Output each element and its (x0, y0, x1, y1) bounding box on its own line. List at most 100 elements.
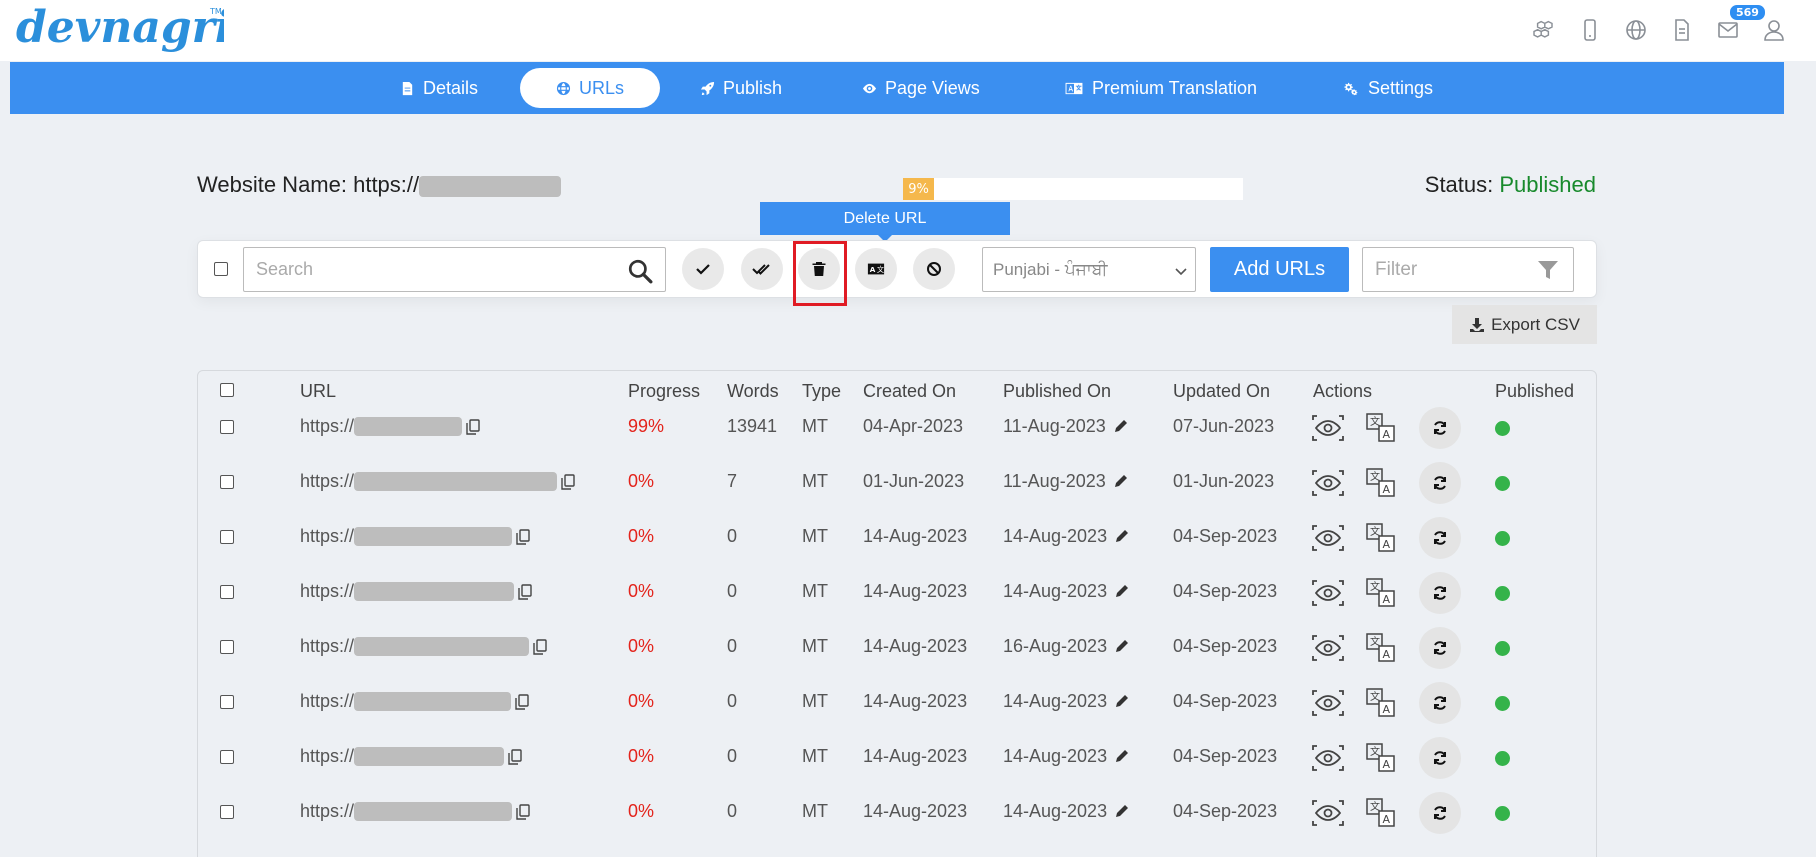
row-checkbox[interactable] (220, 750, 234, 764)
tab-premium-translation[interactable]: Premium Translation (1064, 68, 1257, 108)
header-words[interactable]: Words (727, 381, 779, 402)
document-icon[interactable] (1670, 17, 1694, 43)
user-icon[interactable] (1762, 17, 1786, 43)
row-checkbox[interactable] (220, 530, 234, 544)
sync-button[interactable] (1419, 572, 1461, 614)
copy-icon[interactable] (516, 803, 530, 820)
row-checkbox[interactable] (220, 420, 234, 434)
header-updated-on[interactable]: Updated On (1173, 381, 1270, 402)
sync-button[interactable] (1419, 407, 1461, 449)
edit-icon[interactable] (1114, 419, 1128, 433)
copy-icon[interactable] (518, 583, 532, 600)
row-checkbox[interactable] (220, 695, 234, 709)
url-cell[interactable]: https:// (300, 471, 575, 492)
svg-text:A: A (1383, 428, 1391, 441)
search-icon[interactable] (627, 258, 653, 284)
add-urls-button[interactable]: Add URLs (1210, 247, 1349, 292)
tab-details[interactable]: Details (400, 68, 478, 108)
cubes-icon[interactable] (1532, 17, 1556, 43)
translate-button[interactable]: 文A (1363, 575, 1399, 611)
copy-icon[interactable] (508, 748, 522, 765)
copy-icon[interactable] (533, 638, 547, 655)
globe-icon[interactable] (1624, 17, 1648, 43)
row-checkbox[interactable] (220, 475, 234, 489)
updated-cell: 01-Jun-2023 (1173, 471, 1275, 491)
tab-publish[interactable]: Publish (700, 68, 782, 108)
translate-button[interactable]: 文A (1363, 520, 1399, 556)
tab-urls[interactable]: URLs (520, 68, 661, 108)
url-cell[interactable]: https:// (300, 581, 532, 602)
sync-button[interactable] (1419, 682, 1461, 724)
search-input[interactable]: Search (243, 247, 666, 292)
url-cell[interactable]: https:// (300, 691, 529, 712)
translate-button[interactable]: 文A (1363, 630, 1399, 666)
header-url[interactable]: URL (300, 381, 336, 402)
devnagri-logo[interactable]: devnagri TM (14, 0, 224, 58)
url-cell[interactable]: https:// (300, 416, 480, 437)
tab-urls-label: URLs (579, 77, 625, 98)
edit-icon[interactable] (1115, 529, 1129, 543)
header-published[interactable]: Published (1495, 381, 1574, 402)
translate-button[interactable]: 文A (1363, 465, 1399, 501)
edit-icon[interactable] (1115, 639, 1129, 653)
copy-icon[interactable] (515, 693, 529, 710)
edit-icon[interactable] (1115, 749, 1129, 763)
url-cell[interactable]: https:// (300, 526, 530, 547)
tab-page-views[interactable]: Page Views (862, 68, 980, 108)
edit-icon[interactable] (1115, 804, 1129, 818)
sync-button[interactable] (1419, 462, 1461, 504)
url-cell[interactable]: https:// (300, 746, 522, 767)
translate-button[interactable]: A文 (855, 248, 897, 290)
copy-icon[interactable] (561, 473, 575, 490)
language-select[interactable]: Punjabi - ਪੰਜਾਬੀ (982, 247, 1196, 292)
sync-button[interactable] (1419, 737, 1461, 779)
url-cell[interactable]: https:// (300, 636, 547, 657)
row-checkbox[interactable] (220, 805, 234, 819)
mail-icon[interactable]: 569 (1716, 3, 1767, 43)
created-cell: 14-Aug-2023 (863, 746, 968, 766)
translate-button[interactable]: 文A (1363, 740, 1399, 776)
preview-button[interactable] (1310, 795, 1346, 831)
sync-button[interactable] (1419, 792, 1461, 834)
header-created-on[interactable]: Created On (863, 381, 956, 402)
preview-button[interactable] (1310, 740, 1346, 776)
preview-button[interactable] (1310, 465, 1346, 501)
approve-all-button[interactable] (741, 248, 783, 290)
redacted-url (354, 637, 530, 656)
row-checkbox[interactable] (220, 585, 234, 599)
preview-icon (1312, 415, 1344, 441)
edit-icon[interactable] (1114, 474, 1128, 488)
preview-button[interactable] (1310, 575, 1346, 611)
approve-button[interactable] (682, 248, 724, 290)
urls-table: URL Progress Words Type Created On Publi… (197, 370, 1597, 857)
mobile-icon[interactable] (1578, 17, 1602, 43)
edit-icon[interactable] (1115, 584, 1129, 598)
header-progress[interactable]: Progress (628, 381, 700, 402)
tab-premium-translation-label: Premium Translation (1092, 77, 1258, 98)
filter-icon[interactable] (1537, 259, 1559, 281)
preview-button[interactable] (1310, 520, 1346, 556)
translate-button[interactable]: 文A (1363, 685, 1399, 721)
row-checkbox[interactable] (220, 640, 234, 654)
preview-button[interactable] (1310, 410, 1346, 446)
preview-button[interactable] (1310, 685, 1346, 721)
published-on-text: 16-Aug-2023 (1003, 636, 1108, 656)
copy-icon[interactable] (516, 528, 530, 545)
header-published-on[interactable]: Published On (1003, 381, 1111, 402)
preview-button[interactable] (1310, 630, 1346, 666)
url-cell[interactable]: https:// (300, 801, 530, 822)
translate-button[interactable]: 文A (1363, 410, 1399, 446)
select-all-checkbox[interactable] (214, 262, 228, 276)
filter-input[interactable]: Filter (1362, 247, 1574, 292)
edit-icon[interactable] (1115, 694, 1129, 708)
table-select-all-checkbox[interactable] (220, 383, 234, 397)
header-type[interactable]: Type (802, 381, 841, 402)
sync-button[interactable] (1419, 627, 1461, 669)
disable-button[interactable] (913, 248, 955, 290)
translate-button[interactable]: 文A (1363, 795, 1399, 831)
svg-text:A: A (1383, 538, 1391, 551)
sync-button[interactable] (1419, 517, 1461, 559)
tab-settings[interactable]: Settings (1340, 68, 1433, 108)
export-csv-button[interactable]: Export CSV (1452, 305, 1597, 344)
copy-icon[interactable] (466, 418, 480, 435)
